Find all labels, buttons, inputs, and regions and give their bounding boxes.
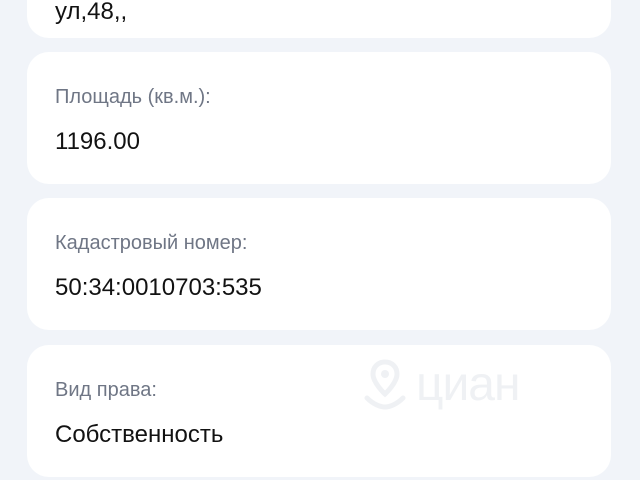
right-type-label: Вид права: bbox=[55, 379, 157, 401]
property-details-screen: ул,48,, Площадь (кв.м.): 1196.00 Кадастр… bbox=[0, 0, 640, 480]
address-card: ул,48,, bbox=[27, 0, 611, 38]
area-card: Площадь (кв.м.): 1196.00 bbox=[27, 52, 611, 184]
area-label: Площадь (кв.м.): bbox=[55, 86, 211, 108]
address-value: ул,48,, bbox=[55, 0, 128, 25]
cadastral-card: Кадастровый номер: 50:34:0010703:535 bbox=[27, 198, 611, 330]
right-type-card: Вид права: Собственность bbox=[27, 345, 611, 477]
area-value: 1196.00 bbox=[55, 128, 140, 155]
cadastral-label: Кадастровый номер: bbox=[55, 232, 248, 254]
cadastral-value: 50:34:0010703:535 bbox=[55, 274, 262, 301]
right-type-value: Собственность bbox=[55, 421, 224, 448]
